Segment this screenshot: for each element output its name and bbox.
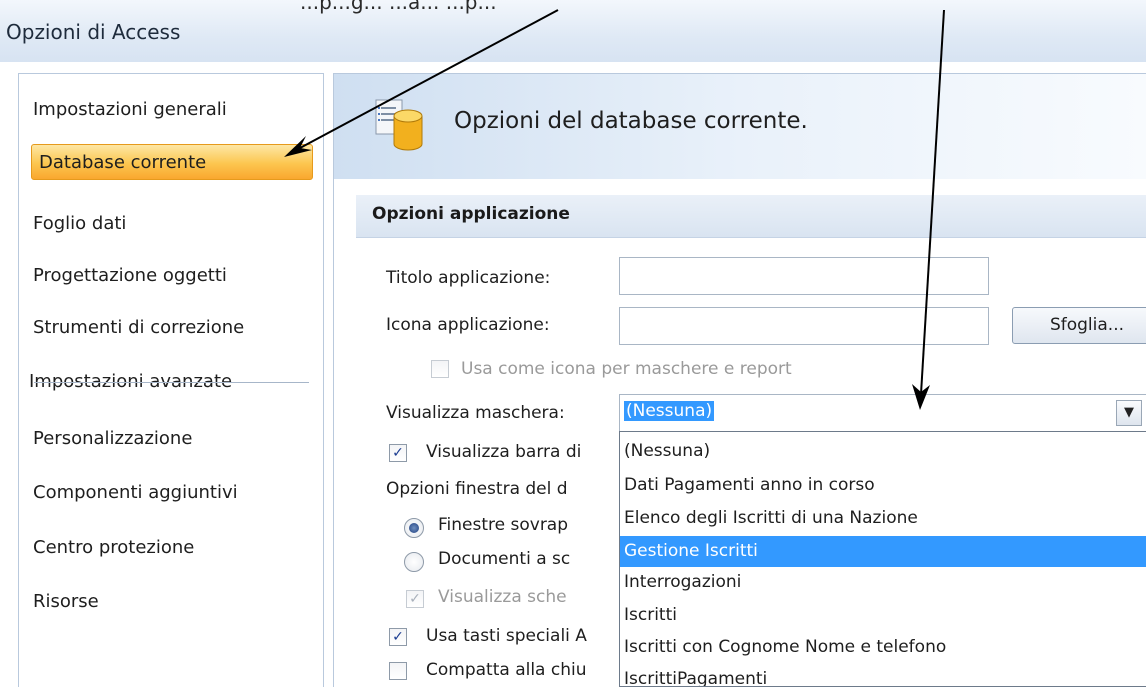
nav-item-database-corrente[interactable]: Database corrente	[31, 144, 313, 180]
nav-item-impostazioni-generali[interactable]: Impostazioni generali	[19, 92, 319, 128]
app-title-field[interactable]	[619, 257, 989, 295]
dropdown-option[interactable]: Interrogazioni	[620, 567, 1146, 598]
display-form-combobox[interactable]: (Nessuna) ▼	[619, 394, 1146, 432]
overlapping-windows-label: Finestre sovrap	[438, 515, 569, 535]
doc-window-options-label: Opzioni finestra del d	[386, 479, 568, 499]
nav-item-risorse[interactable]: Risorse	[19, 584, 319, 620]
dropdown-option[interactable]: Elenco degli Iscritti di una Nazione	[620, 503, 1146, 534]
display-form-dropdown: (Nessuna) Dati Pagamenti anno in corso E…	[619, 431, 1146, 687]
document-tabs-checkbox[interactable]: ✓	[406, 590, 424, 608]
section-title: Opzioni applicazione	[372, 204, 570, 224]
nav-item-progettazione-oggetti[interactable]: Progettazione oggetti	[19, 258, 319, 294]
use-as-icon-label: Usa come icona per maschere e report	[461, 359, 792, 379]
nav-item-personalizzazione[interactable]: Personalizzazione	[19, 421, 319, 457]
partial-caption-text: ...p...g... ...a... ...p...	[300, 0, 497, 14]
dropdown-option-highlighted[interactable]: Gestione Iscritti	[620, 536, 1146, 567]
app-icon-field[interactable]	[619, 307, 989, 345]
browse-button[interactable]: Sfoglia...	[1012, 307, 1146, 344]
dropdown-option[interactable]: (Nessuna)	[620, 436, 1146, 467]
nav-divider	[34, 382, 309, 383]
app-title-label: Titolo applicazione:	[386, 268, 551, 288]
panel-title: Opzioni del database corrente.	[454, 108, 808, 134]
tabbed-documents-radio[interactable]	[404, 552, 424, 572]
nav-item-strumenti-di-correzione[interactable]: Strumenti di correzione	[19, 310, 319, 346]
nav-item-foglio-dati[interactable]: Foglio dati	[19, 206, 319, 242]
compact-on-close-label: Compatta alla chiu	[426, 660, 587, 680]
display-form-label: Visualizza maschera:	[386, 403, 565, 423]
compact-on-close-checkbox[interactable]	[389, 662, 407, 680]
options-nav: Impostazioni generali Database corrente …	[18, 73, 324, 687]
title-bar: ...p...g... ...a... ...p... Opzioni di A…	[0, 0, 1146, 62]
database-options-icon	[375, 99, 423, 151]
section-header: Opzioni applicazione	[356, 195, 1146, 238]
overlapping-windows-radio[interactable]	[404, 518, 424, 538]
dropdown-option[interactable]: Dati Pagamenti anno in corso	[620, 470, 1146, 501]
special-keys-label: Usa tasti speciali A	[426, 626, 587, 646]
nav-item-componenti-aggiuntivi[interactable]: Componenti aggiuntivi	[19, 475, 319, 511]
dropdown-option[interactable]: IscrittiPagamenti	[620, 664, 1146, 686]
dropdown-option[interactable]: Iscritti	[620, 600, 1146, 631]
status-bar-checkbox[interactable]: ✓	[389, 444, 407, 462]
status-bar-label: Visualizza barra di	[426, 442, 582, 462]
chevron-down-icon[interactable]: ▼	[1116, 400, 1142, 426]
app-icon-label: Icona applicazione:	[386, 315, 550, 335]
document-tabs-label: Visualizza sche	[438, 587, 567, 607]
dropdown-option[interactable]: Iscritti con Cognome Nome e telefono	[620, 632, 1146, 663]
display-form-value: (Nessuna)	[624, 401, 715, 421]
tabbed-documents-label: Documenti a sc	[438, 549, 571, 569]
use-as-icon-checkbox[interactable]	[431, 360, 449, 378]
special-keys-checkbox[interactable]: ✓	[389, 628, 407, 646]
window-title: Opzioni di Access	[6, 20, 181, 44]
panel-header: Opzioni del database corrente.	[334, 74, 1146, 179]
nav-item-centro-protezione[interactable]: Centro protezione	[19, 530, 319, 566]
options-content-panel: Opzioni del database corrente. Opzioni a…	[333, 73, 1146, 687]
